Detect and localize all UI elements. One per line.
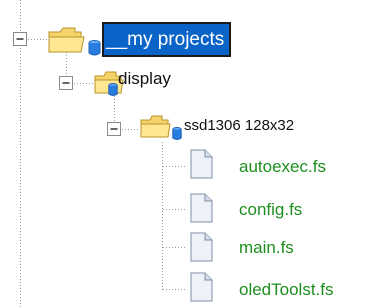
file-icon (190, 272, 213, 302)
collapse-toggle-display[interactable] (59, 76, 74, 91)
tree-file-label[interactable]: oledToolst.fs (239, 280, 334, 300)
db-icon (172, 127, 182, 140)
tree-node-label-display[interactable]: display (118, 69, 171, 89)
folder-icon (48, 27, 85, 53)
folder-icon (140, 115, 171, 138)
tree-node-label-root[interactable]: __my projects (101, 22, 232, 57)
collapse-toggle-root[interactable] (13, 32, 28, 47)
file-icon (190, 193, 213, 223)
db-icon (88, 40, 101, 56)
db-icon (108, 83, 118, 96)
tree-file-label[interactable]: config.fs (239, 200, 302, 220)
tree-node-label-ssd[interactable]: ssd1306 128x32 (184, 117, 294, 134)
tree-file-label[interactable]: main.fs (239, 238, 294, 258)
collapse-toggle-ssd[interactable] (107, 122, 122, 137)
file-icon (190, 232, 213, 262)
file-icon (190, 149, 213, 179)
tree-file-label[interactable]: autoexec.fs (239, 157, 326, 177)
